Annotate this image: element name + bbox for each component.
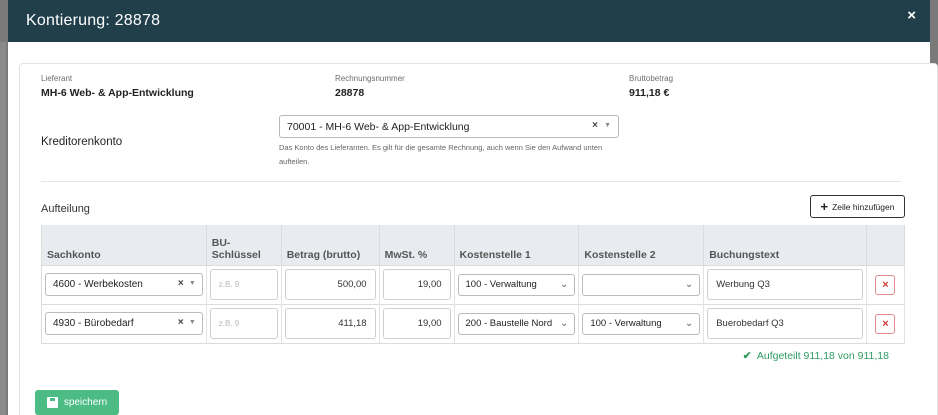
lieferant-value: MH-6 Web- & App-Entwicklung: [41, 87, 194, 99]
sachkonto-select[interactable]: 4930 - Bürobedarf × ▼: [45, 312, 203, 335]
caret-down-icon[interactable]: ▼: [189, 319, 196, 326]
kostenstelle-1-select[interactable]: 200 - Baustelle Nord ⌄: [457, 312, 576, 335]
table-header-row: Sachkonto BU- Schlüssel Betrag (brutto) …: [41, 225, 906, 265]
header-actions: [866, 225, 906, 265]
caret-down-icon[interactable]: ▼: [189, 280, 196, 287]
chevron-down-icon[interactable]: ⌄: [560, 279, 568, 290]
floppy-disk-icon: [46, 397, 58, 408]
chevron-down-icon[interactable]: ⌄: [560, 318, 568, 329]
bu-schluessel-input[interactable]: z.B. 9: [209, 308, 278, 339]
bruttobetrag-value: 911,18 €: [629, 87, 670, 99]
close-icon: ×: [882, 317, 889, 330]
sachkonto-value: 4930 - Bürobedarf: [53, 318, 134, 329]
kostenstelle-2-select[interactable]: ⌄: [582, 273, 701, 296]
kostenstelle-1-value: 200 - Baustelle Nord: [465, 318, 553, 329]
close-icon: ×: [882, 278, 889, 291]
bruttobetrag-block: Bruttobetrag 911,18 €: [629, 74, 673, 99]
sachkonto-select[interactable]: 4600 - Werbekosten × ▼: [45, 273, 203, 296]
lieferant-block: Lieferant MH-6 Web- & App-Entwicklung: [41, 74, 194, 99]
background-strip: [0, 42, 6, 415]
split-status: ✔ Aufgeteilt 911,18 von 911,18: [743, 350, 889, 362]
kostenstelle-2-select[interactable]: 100 - Verwaltung ⌄: [582, 312, 701, 335]
header-bu-schluessel: BU- Schlüssel: [206, 225, 282, 265]
chevron-down-icon[interactable]: ⌄: [685, 279, 693, 290]
lieferant-label: Lieferant: [41, 74, 73, 83]
header-kostenstelle-2: Kostenstelle 2: [578, 225, 705, 265]
checkmark-icon: ✔: [742, 350, 752, 362]
kontierung-card: Lieferant MH-6 Web- & App-Entwicklung Re…: [19, 63, 938, 415]
clear-icon[interactable]: ×: [178, 278, 184, 289]
save-button[interactable]: speichern: [35, 390, 119, 415]
bruttobetrag-label: Bruttobetrag: [629, 74, 674, 83]
aufteilung-table: Sachkonto BU- Schlüssel Betrag (brutto) …: [41, 225, 906, 344]
kreditorenkonto-value: 70001 - MH-6 Web- & App-Entwicklung: [287, 120, 470, 133]
split-status-text: Aufgeteilt 911,18 von 911,18: [756, 350, 889, 362]
kostenstelle-2-value: 100 - Verwaltung: [590, 318, 662, 329]
sachkonto-value: 4600 - Werbekosten: [53, 279, 143, 290]
mwst-input[interactable]: 19,00: [382, 308, 451, 339]
header-mwst: MwSt. %: [379, 225, 455, 265]
clear-icon[interactable]: ×: [178, 317, 184, 328]
rechnungsnummer-value: 28878: [335, 87, 365, 99]
aufteilung-label: Aufteilung: [41, 203, 90, 215]
header-kostenstelle-1: Kostenstelle 1: [454, 225, 580, 265]
kreditorenkonto-select[interactable]: 70001 - MH-6 Web- & App-Entwicklung × ▼: [279, 115, 619, 138]
buchungstext-input[interactable]: Werbung Q3: [707, 269, 863, 300]
header-betrag: Betrag (brutto): [281, 225, 380, 265]
mwst-input[interactable]: 19,00: [382, 269, 451, 300]
betrag-input[interactable]: 411,18: [284, 308, 376, 339]
add-row-button[interactable]: + Zeile hinzufügen: [810, 195, 905, 218]
rechnungsnummer-label: Rechnungsnummer: [335, 74, 405, 83]
header-sachkonto: Sachkonto: [41, 225, 207, 265]
kostenstelle-1-value: 100 - Verwaltung: [465, 279, 537, 290]
betrag-input[interactable]: 500,00: [284, 269, 376, 300]
chevron-down-icon[interactable]: ⌄: [685, 318, 693, 329]
caret-down-icon[interactable]: ▼: [604, 122, 611, 129]
delete-row-button[interactable]: ×: [875, 274, 896, 295]
divider: [41, 181, 901, 182]
header-buchungstext: Buchungstext: [703, 225, 867, 265]
bu-schluessel-input[interactable]: z.B. 9: [209, 269, 278, 300]
table-row: 4930 - Bürobedarf × ▼ z.B. 9 411,18 19,0…: [41, 303, 906, 344]
clear-icon[interactable]: ×: [592, 120, 598, 131]
close-icon[interactable]: ×: [907, 7, 916, 24]
modal-title: Kontierung: 28878: [26, 12, 161, 29]
add-row-label: Zeile hinzufügen: [832, 201, 895, 212]
buchungstext-input[interactable]: Buerobedarf Q3: [707, 308, 863, 339]
kreditorenkonto-help: Das Konto des Lieferanten. Es gilt für d…: [279, 143, 603, 166]
modal-header: Kontierung: 28878 ×: [8, 0, 930, 42]
save-label: speichern: [63, 397, 108, 408]
kostenstelle-1-select[interactable]: 100 - Verwaltung ⌄: [457, 273, 576, 296]
kreditorenkonto-label: Kreditorenkonto: [41, 136, 123, 148]
plus-icon: +: [820, 199, 829, 214]
rechnungsnummer-block: Rechnungsnummer 28878: [335, 74, 405, 99]
delete-row-button[interactable]: ×: [875, 313, 896, 334]
table-row: 4600 - Werbekosten × ▼ z.B. 9 500,00 19,…: [41, 264, 906, 304]
